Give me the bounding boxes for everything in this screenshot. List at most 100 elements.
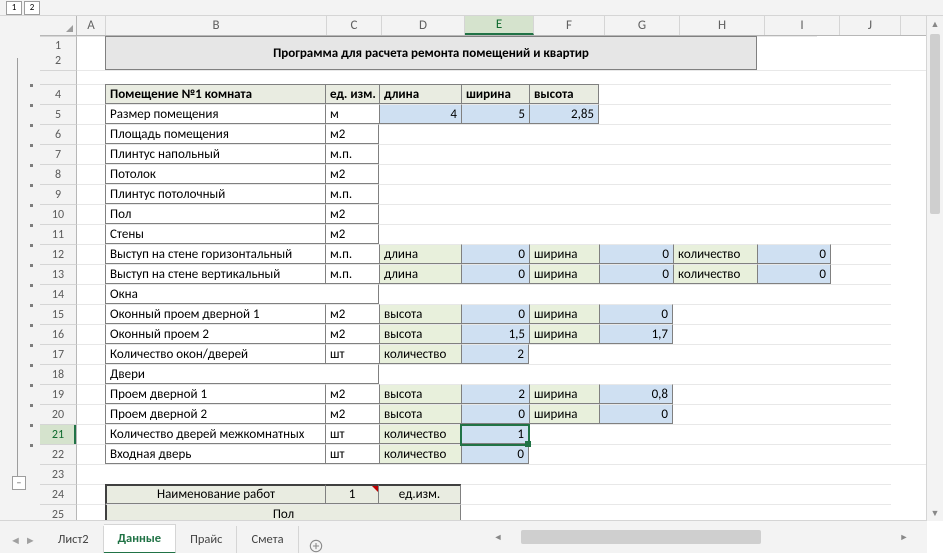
cell-sub[interactable]: высота	[379, 404, 461, 424]
cell-unit[interactable]: м	[325, 104, 379, 124]
cell[interactable]	[757, 384, 831, 404]
cell[interactable]	[831, 444, 891, 464]
cell[interactable]	[77, 504, 105, 521]
cell[interactable]	[673, 84, 757, 104]
cell[interactable]	[673, 384, 757, 404]
cell-sub[interactable]: высота	[379, 324, 461, 344]
scroll-thumb[interactable]	[521, 530, 761, 544]
cell-value[interactable]: 0	[461, 264, 529, 284]
cell[interactable]	[831, 324, 891, 344]
cell-unit[interactable]: м.п.	[325, 244, 379, 264]
cell[interactable]	[529, 484, 599, 504]
cell-value[interactable]: 2	[461, 384, 529, 404]
cell[interactable]	[77, 284, 105, 304]
cell-width-header[interactable]: ширина	[461, 84, 529, 104]
row-head-5[interactable]: 5	[40, 104, 77, 124]
outline-level-1-button[interactable]: 1	[6, 1, 22, 15]
col-head-G[interactable]: G	[605, 16, 680, 35]
row-head-18[interactable]: 18	[40, 364, 77, 384]
scroll-thumb[interactable]	[930, 34, 940, 214]
scroll-up-button[interactable]: ▲	[927, 16, 943, 32]
cell[interactable]	[757, 284, 831, 304]
row-head-15[interactable]: 15	[40, 304, 77, 324]
cell[interactable]	[77, 384, 105, 404]
cell-sub[interactable]: высота	[379, 304, 461, 324]
row-head-24[interactable]: 24	[40, 484, 77, 504]
cell[interactable]	[461, 224, 529, 244]
add-sheet-button[interactable]	[299, 539, 333, 553]
cell-sub[interactable]: длина	[379, 264, 461, 284]
cell[interactable]	[757, 344, 831, 364]
cell-value[interactable]: 0	[461, 444, 529, 464]
cell[interactable]	[757, 484, 831, 504]
cell[interactable]	[673, 204, 757, 224]
cell[interactable]	[77, 104, 105, 124]
cell[interactable]	[831, 344, 891, 364]
cell[interactable]	[757, 184, 831, 204]
cell-value[interactable]: 1	[461, 424, 529, 444]
cell-unit[interactable]: м.п.	[325, 144, 379, 164]
cell[interactable]	[461, 144, 529, 164]
cell-unit[interactable]: м.п.	[325, 184, 379, 204]
cell-value[interactable]: 2,85	[529, 104, 599, 124]
cell[interactable]	[673, 344, 757, 364]
scroll-track[interactable]	[521, 530, 881, 544]
cell[interactable]	[77, 70, 927, 84]
cell-sub[interactable]: количество	[379, 444, 461, 464]
cell[interactable]	[529, 284, 599, 304]
cell[interactable]	[757, 204, 831, 224]
cell-sub[interactable]: количество	[379, 424, 461, 444]
cell-height-header[interactable]: высота	[529, 84, 599, 104]
cell[interactable]	[757, 424, 831, 444]
cell[interactable]	[673, 424, 757, 444]
cell-sub[interactable]: высота	[379, 384, 461, 404]
cell[interactable]	[599, 164, 673, 184]
sheet-nav-prev-icon[interactable]: ◄	[10, 534, 21, 547]
cell[interactable]	[77, 324, 105, 344]
cell[interactable]	[77, 204, 105, 224]
cell[interactable]	[379, 284, 461, 304]
cell-sub[interactable]: длина	[379, 244, 461, 264]
cell[interactable]	[599, 84, 673, 104]
cell[interactable]	[599, 184, 673, 204]
cell[interactable]	[105, 464, 927, 484]
row-head-23[interactable]: 23	[40, 464, 77, 484]
cell-value[interactable]: 0	[461, 244, 529, 264]
cell[interactable]	[529, 184, 599, 204]
cell[interactable]	[599, 224, 673, 244]
sheet-nav-next-icon[interactable]: ►	[25, 534, 36, 547]
cell-label[interactable]: Проем дверной 1	[105, 384, 325, 404]
col-head-I[interactable]: I	[765, 16, 840, 35]
cell[interactable]	[77, 444, 105, 464]
title-cell[interactable]: Программа для расчета ремонта помещений …	[105, 36, 757, 70]
cell-value[interactable]: 4	[379, 104, 461, 124]
cell-label[interactable]: Площадь помещения	[105, 124, 325, 144]
cell[interactable]	[77, 484, 105, 504]
cell[interactable]	[757, 36, 817, 70]
cell-label[interactable]: Количество окон/дверей	[105, 344, 325, 364]
cell[interactable]	[831, 224, 891, 244]
cell[interactable]	[831, 484, 891, 504]
cell-label[interactable]: Оконный проем дверной 1	[105, 304, 325, 324]
cell[interactable]	[77, 124, 105, 144]
cell-label[interactable]: Проем дверной 2	[105, 404, 325, 424]
outline-collapse-button[interactable]: −	[12, 476, 26, 490]
cell[interactable]	[77, 464, 105, 484]
cell[interactable]	[77, 164, 105, 184]
cell-unit[interactable]: м2	[325, 384, 379, 404]
cell-section[interactable]: Окна	[105, 284, 379, 304]
cell[interactable]	[831, 104, 891, 124]
row-head-1[interactable]: 1 2	[40, 36, 77, 70]
cell[interactable]	[599, 424, 673, 444]
row-head-8[interactable]: 8	[40, 164, 77, 184]
cell[interactable]	[461, 204, 529, 224]
cell-length-header[interactable]: длина	[379, 84, 461, 104]
cell[interactable]	[529, 504, 599, 521]
cell-value[interactable]: 1,7	[599, 324, 673, 344]
cell[interactable]	[529, 344, 599, 364]
col-head-A[interactable]: A	[77, 16, 106, 35]
cell[interactable]	[757, 84, 831, 104]
cell-value[interactable]: 0	[757, 264, 831, 284]
sheet-tab[interactable]: Прайс	[176, 526, 237, 553]
cell[interactable]	[461, 184, 529, 204]
